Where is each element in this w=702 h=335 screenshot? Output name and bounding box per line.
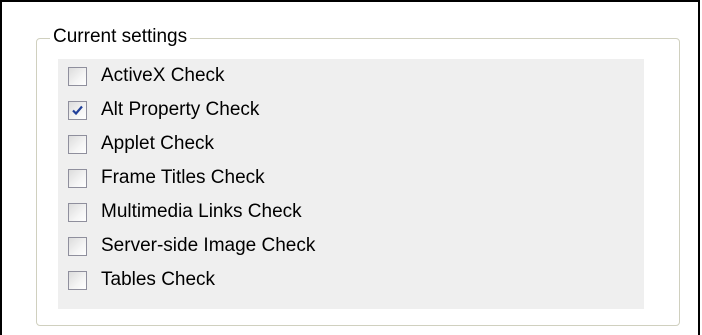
- multimedia-links-checkbox[interactable]: [68, 202, 87, 222]
- check-label: Multimedia Links Check: [101, 201, 302, 222]
- checkmark-icon: [72, 105, 83, 115]
- check-label: Server-side Image Check: [101, 235, 316, 256]
- check-label: ActiveX Check: [101, 65, 225, 86]
- settings-window: Current settings ActiveX Check Alt Prope…: [0, 0, 700, 335]
- frame-titles-checkbox[interactable]: [68, 168, 87, 188]
- tables-checkbox[interactable]: [68, 270, 87, 290]
- check-item-alt-property[interactable]: Alt Property Check: [68, 97, 259, 123]
- check-label: Frame Titles Check: [101, 167, 265, 188]
- checks-list: ActiveX Check Alt Property Check Applet …: [58, 59, 644, 309]
- groupbox-title: Current settings: [50, 26, 191, 48]
- check-item-activex[interactable]: ActiveX Check: [68, 63, 225, 89]
- check-item-multimedia-links[interactable]: Multimedia Links Check: [68, 199, 302, 225]
- applet-checkbox[interactable]: [68, 134, 87, 154]
- check-item-server-side-image[interactable]: Server-side Image Check: [68, 233, 315, 259]
- check-label: Alt Property Check: [101, 99, 260, 120]
- check-item-tables[interactable]: Tables Check: [68, 267, 215, 293]
- activex-checkbox[interactable]: [68, 66, 87, 86]
- check-label: Applet Check: [101, 133, 215, 154]
- check-label: Tables Check: [101, 269, 216, 290]
- check-item-applet[interactable]: Applet Check: [68, 131, 214, 157]
- server-side-image-checkbox[interactable]: [68, 236, 87, 256]
- alt-property-checkbox[interactable]: [68, 100, 87, 120]
- check-item-frame-titles[interactable]: Frame Titles Check: [68, 165, 265, 191]
